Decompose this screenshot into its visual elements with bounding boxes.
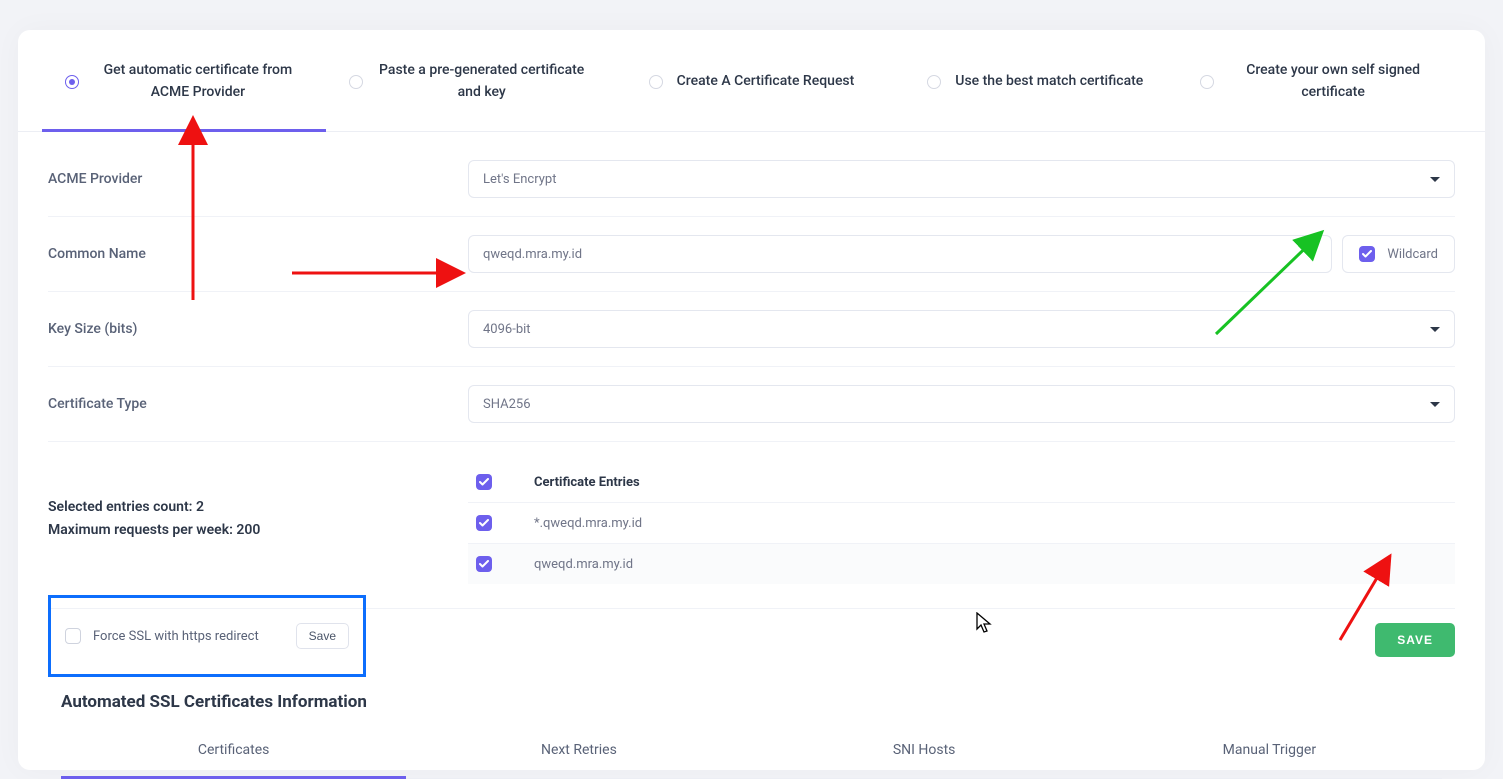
force-ssl-box: Force SSL with https redirect Save xyxy=(48,595,366,677)
tab-next-retries[interactable]: Next Retries xyxy=(406,730,751,778)
label-cert-type: Certificate Type xyxy=(48,396,468,412)
input-common-name[interactable]: qweqd.mra.my.id xyxy=(468,235,1332,273)
checkbox-entry[interactable] xyxy=(476,556,492,572)
entry-domain: *.qweqd.mra.my.id xyxy=(534,516,642,531)
label-common-name: Common Name xyxy=(48,246,468,262)
row-cert-entries: Selected entries count: 2 Maximum reques… xyxy=(48,442,1455,609)
checkbox-force-ssl[interactable] xyxy=(65,628,81,644)
tab-certificates[interactable]: Certificates xyxy=(61,730,406,778)
tab-manual-trigger[interactable]: Manual Trigger xyxy=(1097,730,1442,778)
entries-item: qweqd.mra.my.id xyxy=(468,544,1455,584)
chevron-down-icon xyxy=(1430,177,1440,182)
radio-icon xyxy=(349,75,363,89)
radio-icon xyxy=(649,75,663,89)
radio-icon xyxy=(927,75,941,89)
input-value: qweqd.mra.my.id xyxy=(483,247,582,262)
cursor-icon xyxy=(976,612,994,634)
tab-best-match[interactable]: Use the best match certificate xyxy=(893,30,1177,131)
ssl-config-card: Get automatic certificate from ACME Prov… xyxy=(18,30,1485,770)
force-ssl-save-button[interactable]: Save xyxy=(296,623,349,649)
wildcard-toggle[interactable]: Wildcard xyxy=(1342,235,1455,273)
select-value: 4096-bit xyxy=(483,322,531,337)
entries-item: *.qweqd.mra.my.id xyxy=(468,503,1455,544)
entries-header-row: Certificate Entries xyxy=(468,462,1455,503)
tab-sni-hosts[interactable]: SNI Hosts xyxy=(752,730,1097,778)
auto-ssl-tabs: Certificates Next Retries SNI Hosts Manu… xyxy=(61,730,1442,779)
tab-acme-auto[interactable]: Get automatic certificate from ACME Prov… xyxy=(42,30,326,131)
checkbox-checked-icon xyxy=(1359,246,1375,262)
select-cert-type[interactable]: SHA256 xyxy=(468,385,1455,423)
select-value: SHA256 xyxy=(483,397,531,412)
row-common-name: Common Name qweqd.mra.my.id Wildcard xyxy=(48,217,1455,292)
wildcard-label: Wildcard xyxy=(1387,247,1438,262)
tab-label: Use the best match certificate xyxy=(955,71,1143,93)
entry-domain: qweqd.mra.my.id xyxy=(534,557,633,572)
tab-label: Create A Certificate Request xyxy=(677,71,855,93)
checkbox-entry[interactable] xyxy=(476,515,492,531)
selected-count: Selected entries count: 2 xyxy=(48,496,468,518)
checkbox-all[interactable] xyxy=(476,474,492,490)
radio-icon xyxy=(1200,75,1214,89)
max-requests: Maximum requests per week: 200 xyxy=(48,519,468,541)
label-key-size: Key Size (bits) xyxy=(48,321,468,337)
chevron-down-icon xyxy=(1430,327,1440,332)
tab-paste-cert[interactable]: Paste a pre-generated certificate and ke… xyxy=(326,30,610,131)
tab-label: Create your own self signed certificate xyxy=(1228,60,1438,103)
select-acme-provider[interactable]: Let's Encrypt xyxy=(468,160,1455,198)
entries-table: Certificate Entries *.qweqd.mra.my.id qw… xyxy=(468,462,1455,584)
row-acme-provider: ACME Provider Let's Encrypt xyxy=(48,142,1455,217)
select-value: Let's Encrypt xyxy=(483,172,556,187)
cert-method-tabs: Get automatic certificate from ACME Prov… xyxy=(18,30,1485,132)
tab-cert-request[interactable]: Create A Certificate Request xyxy=(610,30,894,131)
section-title-auto-ssl: Automated SSL Certificates Information xyxy=(61,692,367,712)
tab-label: Get automatic certificate from ACME Prov… xyxy=(93,60,303,103)
row-key-size: Key Size (bits) 4096-bit xyxy=(48,292,1455,367)
tab-self-signed[interactable]: Create your own self signed certificate xyxy=(1177,30,1461,131)
entries-summary: Selected entries count: 2 Maximum reques… xyxy=(48,462,468,584)
force-ssl-label: Force SSL with https redirect xyxy=(93,629,284,644)
radio-selected-icon xyxy=(65,75,79,89)
chevron-down-icon xyxy=(1430,402,1440,407)
tab-label: Paste a pre-generated certificate and ke… xyxy=(377,60,587,103)
label-acme-provider: ACME Provider xyxy=(48,171,468,187)
select-key-size[interactable]: 4096-bit xyxy=(468,310,1455,348)
row-cert-type: Certificate Type SHA256 xyxy=(48,367,1455,442)
entries-header-label: Certificate Entries xyxy=(534,475,640,490)
save-button[interactable]: SAVE xyxy=(1375,623,1455,657)
